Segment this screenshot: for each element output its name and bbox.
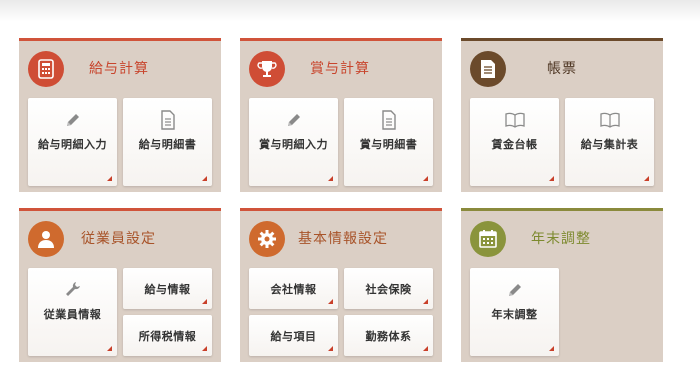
shotokuzei-joho-button[interactable]: 所得税情報 bbox=[123, 315, 212, 356]
shoyo-meisaisho-button[interactable]: 賞与明細書 bbox=[344, 98, 433, 186]
panel-nenmatsu-chosei: 年末調整 年末調整 bbox=[461, 208, 663, 362]
panel-title: 年末調整 bbox=[531, 231, 591, 247]
button-label: 従業員情報 bbox=[43, 308, 102, 321]
corner-marker bbox=[423, 299, 428, 304]
trophy-icon bbox=[249, 51, 285, 87]
button-label: 賞与明細入力 bbox=[259, 138, 328, 151]
button-label: 所得税情報 bbox=[138, 330, 197, 343]
corner-marker bbox=[423, 346, 428, 351]
corner-marker bbox=[107, 346, 112, 351]
button-label: 給与明細入力 bbox=[38, 138, 107, 151]
corner-marker bbox=[328, 299, 333, 304]
panel-title: 帳票 bbox=[547, 61, 577, 77]
button-label: 給与集計表 bbox=[580, 138, 639, 151]
shoyo-meisai-nyuryoku-button[interactable]: 賞与明細入力 bbox=[249, 98, 338, 186]
chingin-daicho-button[interactable]: 賃金台帳 bbox=[470, 98, 559, 186]
panel-title: 基本情報設定 bbox=[298, 231, 388, 247]
panel-shoyo-keisan: 賞与計算 賞与明細入力 賞与明細書 bbox=[240, 38, 442, 192]
document-icon bbox=[160, 110, 175, 130]
button-label: 勤務体系 bbox=[365, 330, 412, 343]
panel-kyuyo-keisan: 給与計算 給与明細入力 給与明細書 bbox=[19, 38, 221, 192]
pencil-icon bbox=[287, 114, 300, 126]
kyuyo-joho-button[interactable]: 給与情報 bbox=[123, 268, 212, 309]
calendar-icon bbox=[470, 221, 506, 257]
corner-marker bbox=[202, 346, 207, 351]
kyuyo-meisaisho-button[interactable]: 給与明細書 bbox=[123, 98, 212, 186]
button-label: 社会保険 bbox=[365, 283, 412, 296]
button-label: 年末調整 bbox=[491, 308, 538, 321]
pencil-icon bbox=[508, 284, 521, 296]
corner-marker bbox=[202, 299, 207, 304]
pencil-icon bbox=[66, 114, 79, 126]
top-gradient-bar bbox=[0, 0, 700, 22]
kyuyo-komoku-button[interactable]: 給与項目 bbox=[249, 315, 338, 356]
button-label: 会社情報 bbox=[270, 283, 317, 296]
corner-marker bbox=[202, 176, 207, 181]
panel-kihon-joho-settei: 基本情報設定 会社情報 社会保険 給与項目 勤務体系 bbox=[240, 208, 442, 362]
jugyoin-joho-button[interactable]: 従業員情報 bbox=[28, 268, 117, 356]
panel-jugyoin-settei: 従業員設定 従業員情報 給与情報 所得税情報 bbox=[19, 208, 221, 362]
panel-title: 賞与計算 bbox=[310, 61, 370, 77]
document-icon bbox=[470, 51, 506, 87]
button-label: 賞与明細書 bbox=[359, 138, 418, 151]
nenmatsu-chosei-button[interactable]: 年末調整 bbox=[470, 268, 559, 356]
corner-marker bbox=[328, 176, 333, 181]
calculator-icon bbox=[28, 51, 64, 87]
button-label: 賃金台帳 bbox=[491, 138, 538, 151]
corner-marker bbox=[549, 176, 554, 181]
shakai-hoken-button[interactable]: 社会保険 bbox=[344, 268, 433, 309]
person-icon bbox=[28, 221, 64, 257]
button-label: 給与項目 bbox=[270, 330, 317, 343]
panel-header: 年末調整 bbox=[461, 211, 663, 263]
panel-title: 従業員設定 bbox=[81, 231, 156, 247]
book-icon bbox=[504, 112, 525, 128]
kyuyo-meisai-nyuryoku-button[interactable]: 給与明細入力 bbox=[28, 98, 117, 186]
panel-header: 賞与計算 bbox=[240, 41, 442, 93]
corner-marker bbox=[549, 346, 554, 351]
kinmu-taikei-button[interactable]: 勤務体系 bbox=[344, 315, 433, 356]
document-icon bbox=[381, 110, 396, 130]
button-label: 給与情報 bbox=[144, 283, 191, 296]
panel-header: 給与計算 bbox=[19, 41, 221, 93]
panel-title: 給与計算 bbox=[89, 61, 149, 77]
corner-marker bbox=[328, 346, 333, 351]
button-label: 給与明細書 bbox=[138, 138, 197, 151]
panel-chohyo: 帳票 賃金台帳 給与集計表 bbox=[461, 38, 663, 192]
kaisha-joho-button[interactable]: 会社情報 bbox=[249, 268, 338, 309]
panel-header: 帳票 bbox=[461, 41, 663, 93]
kyuyo-shukeihyo-button[interactable]: 給与集計表 bbox=[565, 98, 654, 186]
gear-icon bbox=[249, 221, 285, 257]
panel-header: 基本情報設定 bbox=[240, 211, 442, 263]
book-icon bbox=[599, 112, 620, 128]
panel-header: 従業員設定 bbox=[19, 211, 221, 263]
corner-marker bbox=[423, 176, 428, 181]
wrench-icon bbox=[65, 282, 80, 296]
corner-marker bbox=[644, 176, 649, 181]
corner-marker bbox=[107, 176, 112, 181]
